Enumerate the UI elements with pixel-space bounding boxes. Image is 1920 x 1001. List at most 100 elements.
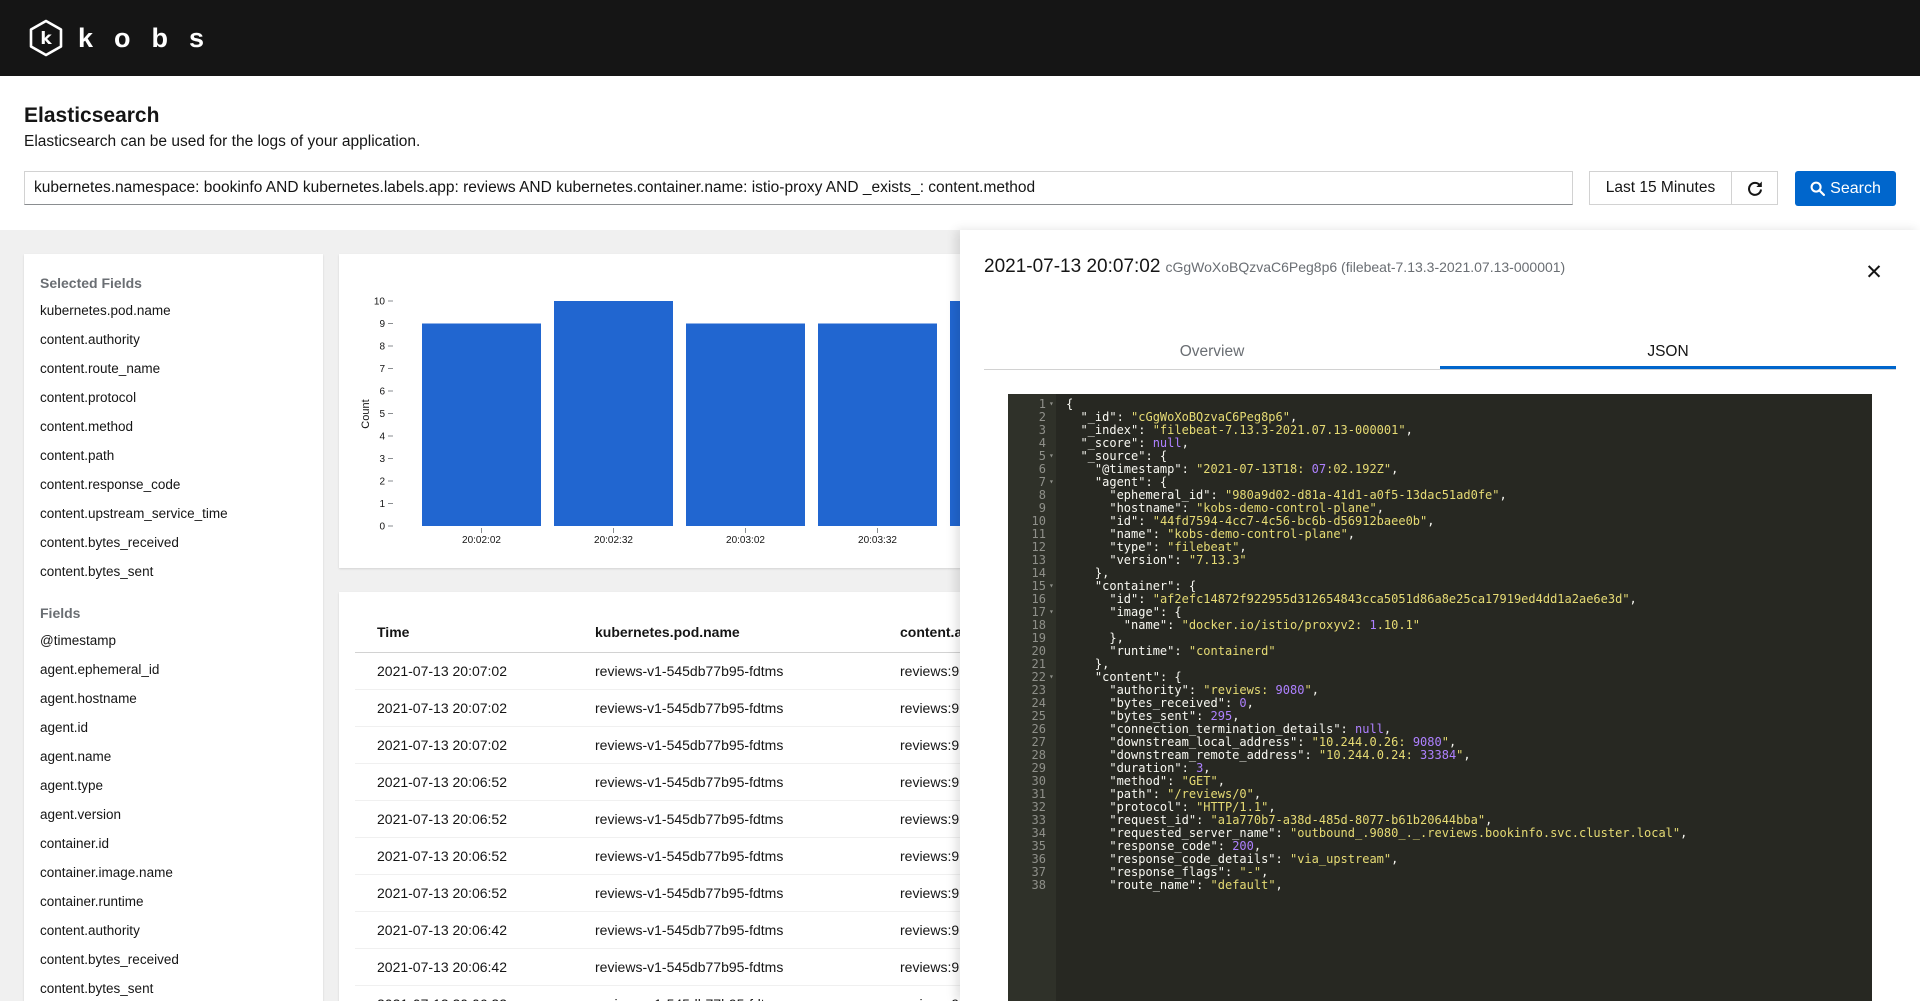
y-tick-label: 0 xyxy=(379,522,385,533)
selected-field-item[interactable]: content.response_code xyxy=(24,470,323,499)
y-tick-label: 2 xyxy=(379,477,385,488)
cell-pod-name: reviews-v1-545db77b95-fdtms xyxy=(573,874,878,912)
fields-list: @timestamp agent.ephemeral_id agent.host… xyxy=(24,626,323,1001)
x-tick-label: 20:03:02 xyxy=(726,535,765,546)
search-button-label: Search xyxy=(1830,179,1881,197)
field-item[interactable]: content.authority xyxy=(24,916,323,945)
field-item[interactable]: content.bytes_sent xyxy=(24,974,323,1001)
selected-field-item[interactable]: kubernetes.pod.name xyxy=(24,296,323,325)
field-item[interactable]: agent.type xyxy=(24,771,323,800)
field-item[interactable]: agent.version xyxy=(24,800,323,829)
cell-pod-name: reviews-v1-545db77b95-fdtms xyxy=(573,689,878,727)
cell-pod-name: reviews-v1-545db77b95-fdtms xyxy=(573,948,878,986)
cell-pod-name: reviews-v1-545db77b95-fdtms xyxy=(573,726,878,764)
table-row[interactable]: 2021-07-13 20:07:02 reviews-v1-545db77b95… xyxy=(355,689,978,727)
logo-text: kobs xyxy=(78,22,226,53)
y-tick-label: 1 xyxy=(379,499,385,510)
y-tick-label: 3 xyxy=(379,454,385,465)
tab-overview[interactable]: Overview xyxy=(984,334,1440,369)
y-tick-label: 6 xyxy=(379,387,385,398)
y-tick-label: 8 xyxy=(379,342,385,353)
table-row[interactable]: 2021-07-13 20:06:32reviews-v1-545db77b95… xyxy=(355,985,978,1001)
documents-table: Time kubernetes.pod.name content.a 2021-… xyxy=(355,612,978,1001)
table-row[interactable]: 2021-07-13 20:07:02 reviews-v1-545db77b95… xyxy=(355,652,978,690)
code-line: 38 "route_name": "default", xyxy=(1031,878,1283,892)
cell-pod-name: reviews-v1-545db77b95-fdtms xyxy=(573,800,878,838)
y-tick-label: 7 xyxy=(379,364,385,375)
y-tick-label: 9 xyxy=(379,319,385,330)
field-item[interactable]: agent.id xyxy=(24,713,323,742)
cell-pod-name: reviews-v1-545db77b95-fdtms xyxy=(573,911,878,949)
page-description: Elasticsearch can be used for the logs o… xyxy=(24,133,421,150)
histogram-bar xyxy=(686,323,805,526)
field-item[interactable]: @timestamp xyxy=(24,626,323,655)
histogram-bar xyxy=(818,323,937,526)
document-id-index: cGgWoXoBQzvaC6Peg8p6 (filebeat-7.13.3-20… xyxy=(1165,259,1566,275)
cell-time: 2021-07-13 20:07:02 xyxy=(355,689,573,727)
cell-time: 2021-07-13 20:06:52 xyxy=(355,837,573,875)
selected-field-item[interactable]: content.route_name xyxy=(24,354,323,383)
masthead: k kobs xyxy=(0,0,1920,76)
table-row[interactable]: 2021-07-13 20:06:52 reviews-v1-545db77b95… xyxy=(355,837,978,875)
y-tick-label: 4 xyxy=(379,432,385,443)
histogram-bar xyxy=(554,301,673,526)
table-row[interactable]: 2021-07-13 20:06:52 reviews-v1-545db77b95… xyxy=(355,874,978,912)
selected-field-item[interactable]: content.bytes_received xyxy=(24,528,323,557)
y-tick-label: 5 xyxy=(379,409,385,420)
search-icon xyxy=(1810,181,1826,196)
tab-json[interactable]: JSON xyxy=(1440,334,1896,369)
cell-time: 2021-07-13 20:06:42 xyxy=(355,948,573,986)
cell-time: 2021-07-13 20:06:42 xyxy=(355,911,573,949)
field-item[interactable]: container.runtime xyxy=(24,887,323,916)
selected-field-item[interactable]: content.protocol xyxy=(24,383,323,412)
drawer-title: 2021-07-13 20:07:02 cGgWoXoBQzvaC6Peg8p6 … xyxy=(984,256,1565,278)
y-tick-label: 10 xyxy=(374,297,386,308)
column-header-time[interactable]: Time xyxy=(355,612,573,653)
selected-fields-list: kubernetes.pod.name content.authority co… xyxy=(24,296,323,586)
selected-field-item[interactable]: content.bytes_sent xyxy=(24,557,323,586)
table-row[interactable]: 2021-07-13 20:06:52 reviews-v1-545db77b95… xyxy=(355,763,978,801)
json-code-editor[interactable]: 1 ▾{2 "_id": "cGgWoXoBQzvaC6Peg8p6", 3 "_i… xyxy=(1008,394,1872,1001)
field-item[interactable]: container.id xyxy=(24,829,323,858)
document-details-drawer: 2021-07-13 20:07:02 cGgWoXoBQzvaC6Peg8p6 … xyxy=(960,230,1920,1001)
table-row[interactable]: 2021-07-13 20:06:52 reviews-v1-545db77b95… xyxy=(355,800,978,838)
selected-field-item[interactable]: content.authority xyxy=(24,325,323,354)
field-item[interactable]: container.image.name xyxy=(24,858,323,887)
histogram-chart: 0 1 2 3 4 5 6 7 8 9 10 Count 20:02:02 20:02:32 20:03:0… xyxy=(360,297,1039,546)
time-range-button[interactable]: Last 15 Minutes xyxy=(1589,171,1732,205)
cell-time: 2021-07-13 20:07:02 xyxy=(355,726,573,764)
field-item[interactable]: agent.ephemeral_id xyxy=(24,655,323,684)
refresh-button[interactable] xyxy=(1731,171,1778,205)
query-input[interactable] xyxy=(24,171,1573,205)
field-item[interactable]: agent.hostname xyxy=(24,684,323,713)
field-item[interactable]: agent.name xyxy=(24,742,323,771)
selected-field-item[interactable]: content.method xyxy=(24,412,323,441)
kobs-logo-icon[interactable]: k xyxy=(28,19,64,57)
y-axis-label: Count xyxy=(360,399,372,428)
table-row[interactable]: 2021-07-13 20:06:42 reviews-v1-545db77b95… xyxy=(355,911,978,949)
documents-card: Time kubernetes.pod.name content.a 2021-… xyxy=(339,592,1039,1001)
logo-letter: k xyxy=(40,29,52,49)
x-tick-label: 20:02:32 xyxy=(594,535,633,546)
search-button[interactable]: Search xyxy=(1795,171,1896,206)
histogram-bar xyxy=(422,323,541,526)
close-icon[interactable]: ✕ xyxy=(1863,261,1885,284)
column-header-pod-name[interactable]: kubernetes.pod.name xyxy=(573,612,878,653)
selected-field-item[interactable]: content.path xyxy=(24,441,323,470)
refresh-icon xyxy=(1747,181,1762,196)
x-tick-label: 20:02:02 xyxy=(462,535,501,546)
table-row[interactable]: 2021-07-13 20:07:02 reviews-v1-545db77b95… xyxy=(355,726,978,764)
cell-time: 2021-07-13 20:06:52 xyxy=(355,874,573,912)
cell-time: 2021-07-13 20:07:02 xyxy=(355,652,573,690)
field-item[interactable]: content.bytes_received xyxy=(24,945,323,974)
cell-time: 2021-07-13 20:06:52 xyxy=(355,800,573,838)
drawer-tabs: Overview JSON xyxy=(984,334,1896,370)
table-header-row: Time kubernetes.pod.name content.a xyxy=(355,612,978,653)
cell-time: 2021-07-13 20:06:32 xyxy=(355,985,573,1001)
fields-sidebar: Selected Fields kubernetes.pod.name cont… xyxy=(24,254,323,1001)
table-row[interactable]: 2021-07-13 20:06:42 reviews-v1-545db77b95… xyxy=(355,948,978,986)
histogram-card: 0 1 2 3 4 5 6 7 8 9 10 Count 20:02:02 20:02:32 20:03:0… xyxy=(339,254,1039,568)
cell-time: 2021-07-13 20:06:52 xyxy=(355,763,573,801)
fields-heading: Fields xyxy=(40,605,81,621)
selected-field-item[interactable]: content.upstream_service_time xyxy=(24,499,323,528)
